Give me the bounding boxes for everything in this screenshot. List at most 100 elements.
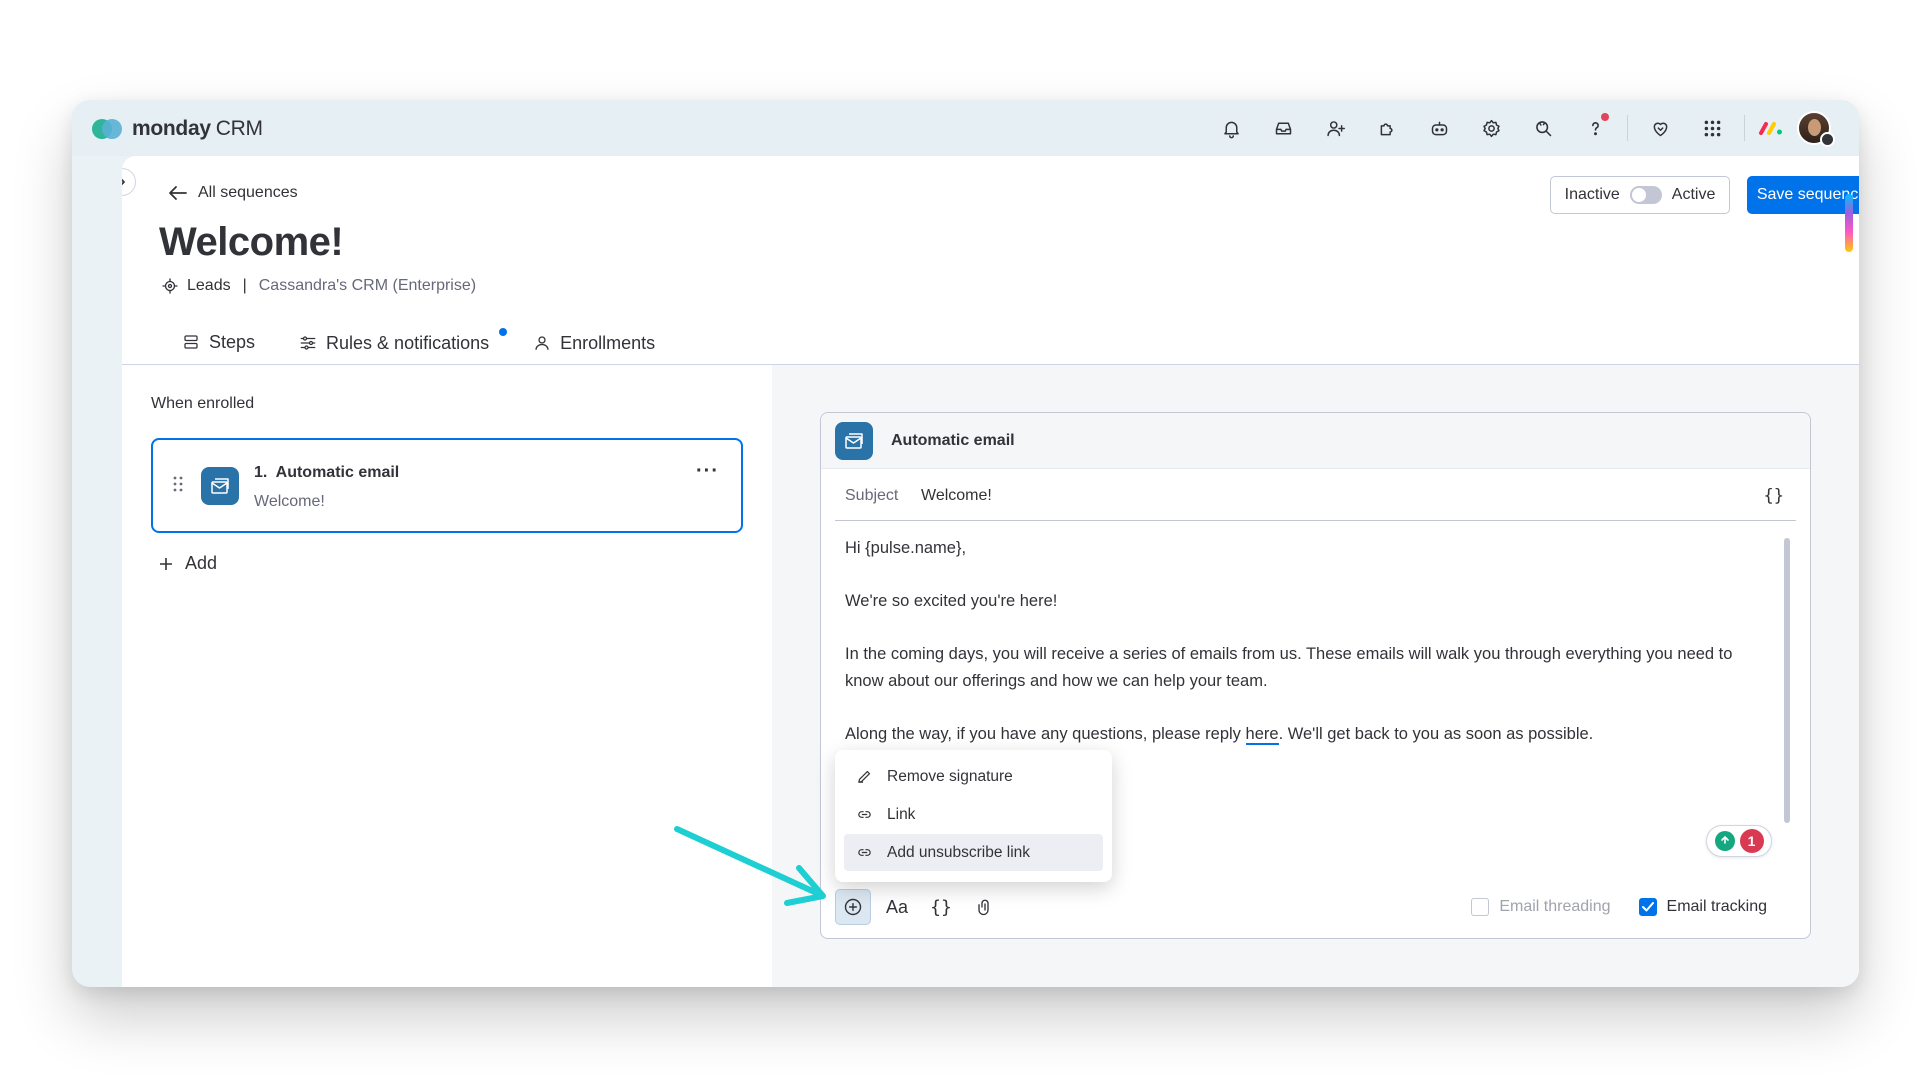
more-options-icon[interactable]: ··· [696, 460, 719, 483]
grammar-issue-count: 1 [1739, 829, 1764, 853]
when-enrolled-label: When enrolled [151, 395, 255, 412]
brand-sub: CRM [215, 117, 263, 140]
scrollbar-accent[interactable] [1845, 194, 1853, 252]
chevron-right-icon [122, 178, 125, 186]
plus-circle-icon [844, 898, 862, 916]
grammar-icon [1714, 831, 1735, 851]
main-content: All sequences Welcome! Leads | Cassandra… [122, 156, 1859, 987]
app-switcher-icon[interactable] [1686, 110, 1738, 146]
steps-icon [184, 335, 198, 349]
email-threading-checkbox[interactable] [1471, 898, 1490, 916]
email-editor-title: Automatic email [891, 431, 1015, 449]
step-title: Automatic email [275, 464, 400, 481]
inbox-icon[interactable] [1257, 110, 1309, 146]
person-icon [535, 336, 549, 350]
email-tracking-checkbox[interactable] [1638, 898, 1657, 916]
email-step-icon [201, 467, 239, 505]
email-editor-header: Automatic email [821, 413, 1810, 469]
paperclip-icon [978, 899, 989, 916]
topbar-divider-2 [1744, 115, 1745, 141]
arrow-left-icon [169, 186, 187, 200]
topbar-divider [1627, 115, 1628, 141]
insert-menu: Remove signature Link Add unsubscribe li… [835, 750, 1112, 882]
subject-label: Subject [845, 486, 899, 504]
email-editor-panel: Automatic email Subject Welcome! {} Hi {… [772, 365, 1859, 987]
pencil-icon [858, 770, 871, 783]
link-icon [858, 849, 871, 856]
email-threading-option[interactable]: Email threading [1471, 898, 1611, 916]
help-icon[interactable] [1569, 110, 1621, 146]
email-threading-label: Email threading [1499, 898, 1611, 915]
status-switch[interactable] [1629, 186, 1662, 204]
drag-handle-icon[interactable] [173, 476, 183, 492]
favorites-icon[interactable] [1634, 110, 1686, 146]
menu-item-label: Add unsubscribe link [887, 843, 1031, 861]
sequence-header: All sequences Welcome! Leads | Cassandra… [122, 156, 1859, 366]
reply-link[interactable]: here [1245, 724, 1279, 745]
menu-item-label: Remove signature [887, 767, 1013, 785]
checkmark-icon [1641, 902, 1654, 912]
sliders-icon [300, 336, 316, 350]
menu-item-label: Link [887, 805, 916, 823]
subject-variables-button[interactable]: {} [1764, 486, 1796, 506]
menu-remove-signature[interactable]: Remove signature [844, 758, 1103, 795]
apps-icon[interactable] [1361, 110, 1413, 146]
insert-plus-button[interactable] [835, 889, 871, 925]
step-number: 1. [254, 464, 268, 481]
email-body[interactable]: Hi {pulse.name}, We're so excited you're… [845, 535, 1745, 774]
top-bar: monday CRM [72, 100, 1859, 156]
page-title[interactable]: Welcome! [159, 220, 344, 265]
ai-assistant-icon[interactable] [1413, 110, 1465, 146]
menu-link[interactable]: Link [844, 796, 1103, 833]
text-format-button[interactable]: Aa [879, 889, 915, 925]
menu-add-unsubscribe-link[interactable]: Add unsubscribe link [844, 834, 1103, 871]
insert-variable-button[interactable]: {} [923, 889, 959, 925]
workspace-name[interactable]: Cassandra's CRM (Enterprise) [259, 277, 476, 295]
subject-input[interactable]: Welcome! [921, 487, 1764, 505]
top-icons [1205, 110, 1835, 147]
tab-enrollments[interactable]: Enrollments [511, 320, 677, 366]
monday-product-logo-icon[interactable] [1751, 110, 1791, 146]
attachment-button[interactable] [967, 889, 1003, 925]
subject-field[interactable]: Subject Welcome! {} [835, 471, 1796, 521]
body-paragraph: Along the way, if you have any questions… [845, 724, 1594, 745]
email-options: Email threading Email tracking [1471, 898, 1767, 916]
email-step-icon [835, 421, 873, 460]
back-to-sequences[interactable]: All sequences [168, 184, 298, 202]
tab-label: Enrollments [560, 332, 656, 353]
grammar-assistant-badge[interactable]: 1 [1706, 825, 1772, 857]
home-badge-icon [1820, 132, 1835, 147]
search-icon[interactable] [1517, 110, 1569, 146]
link-icon [858, 811, 871, 818]
tab-label: Rules & notifications [326, 332, 490, 353]
save-sequence-button[interactable]: Save sequence [1747, 176, 1859, 214]
avatar[interactable] [1797, 111, 1835, 147]
plus-icon [160, 557, 172, 570]
editor-scrollbar[interactable] [1784, 538, 1790, 823]
body-paragraph: We're so excited you're here! [845, 592, 1058, 610]
target-icon [162, 278, 178, 294]
help-notification-dot [1601, 113, 1609, 121]
bell-icon[interactable] [1205, 110, 1257, 146]
monday-logo-icon [92, 119, 122, 139]
tab-rules-notifications[interactable]: Rules & notifications [277, 320, 511, 366]
email-editor-card: Automatic email Subject Welcome! {} Hi {… [820, 412, 1811, 939]
step-subtitle: Welcome! [254, 493, 325, 510]
board-name[interactable]: Leads [187, 277, 231, 295]
status-toggle[interactable]: Inactive Active [1550, 176, 1730, 214]
email-tracking-option[interactable]: Email tracking [1638, 898, 1767, 916]
body-paragraph: In the coming days, you will receive a s… [845, 645, 1733, 690]
settings-icon[interactable] [1465, 110, 1517, 146]
tab-label: Steps [209, 331, 256, 352]
tab-steps[interactable]: Steps [160, 320, 278, 366]
step-card[interactable]: 1. Automatic email Welcome! ··· [151, 438, 743, 533]
tab-bar: Steps Rules & notifications Enrollments [160, 316, 677, 366]
add-step-button[interactable]: Add [159, 553, 217, 574]
body-greeting: Hi {pulse.name}, [845, 539, 967, 557]
brand-name: monday [132, 117, 211, 140]
board-separator: | [242, 277, 247, 294]
back-label: All sequences [198, 184, 298, 201]
invite-members-icon[interactable] [1309, 110, 1361, 146]
new-indicator-dot [499, 328, 508, 336]
brand[interactable]: monday CRM [92, 117, 263, 141]
